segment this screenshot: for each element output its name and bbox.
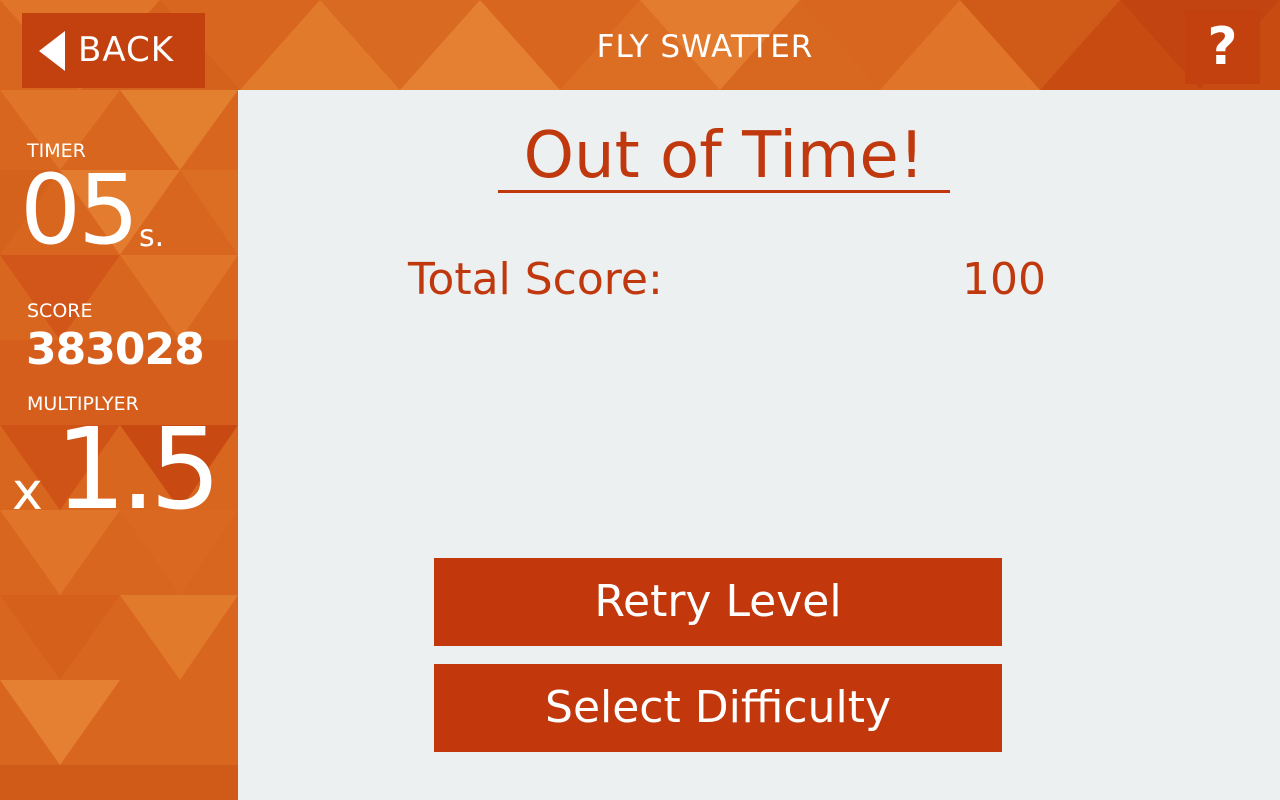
timer-value: 05 bbox=[20, 154, 139, 266]
score-value: 383028 bbox=[26, 324, 205, 375]
heading-underline bbox=[498, 190, 950, 193]
total-score-value: 100 bbox=[962, 254, 1046, 305]
game-screen: BACK FLY SWATTER ? TIMER 05 s. SCORE 383… bbox=[0, 0, 1280, 800]
back-button-label: BACK bbox=[78, 30, 175, 70]
retry-level-button[interactable]: Retry Level bbox=[434, 558, 1002, 646]
back-arrow-icon bbox=[39, 31, 65, 71]
help-button[interactable]: ? bbox=[1185, 10, 1260, 84]
timer-unit: s. bbox=[139, 219, 165, 254]
multiplier-value: 1.5 bbox=[55, 405, 221, 535]
back-button[interactable]: BACK bbox=[22, 13, 205, 88]
game-title: FLY SWATTER bbox=[596, 29, 814, 65]
score-label: SCORE bbox=[27, 300, 93, 322]
result-heading: Out of Time! bbox=[523, 119, 925, 193]
question-mark-icon: ? bbox=[1207, 17, 1238, 77]
result-panel: Out of Time! Total Score: 100 Retry Leve… bbox=[238, 90, 1280, 800]
total-score-label: Total Score: bbox=[408, 254, 663, 305]
multiplier-prefix: x bbox=[12, 462, 43, 522]
select-difficulty-button[interactable]: Select Difficulty bbox=[434, 664, 1002, 752]
